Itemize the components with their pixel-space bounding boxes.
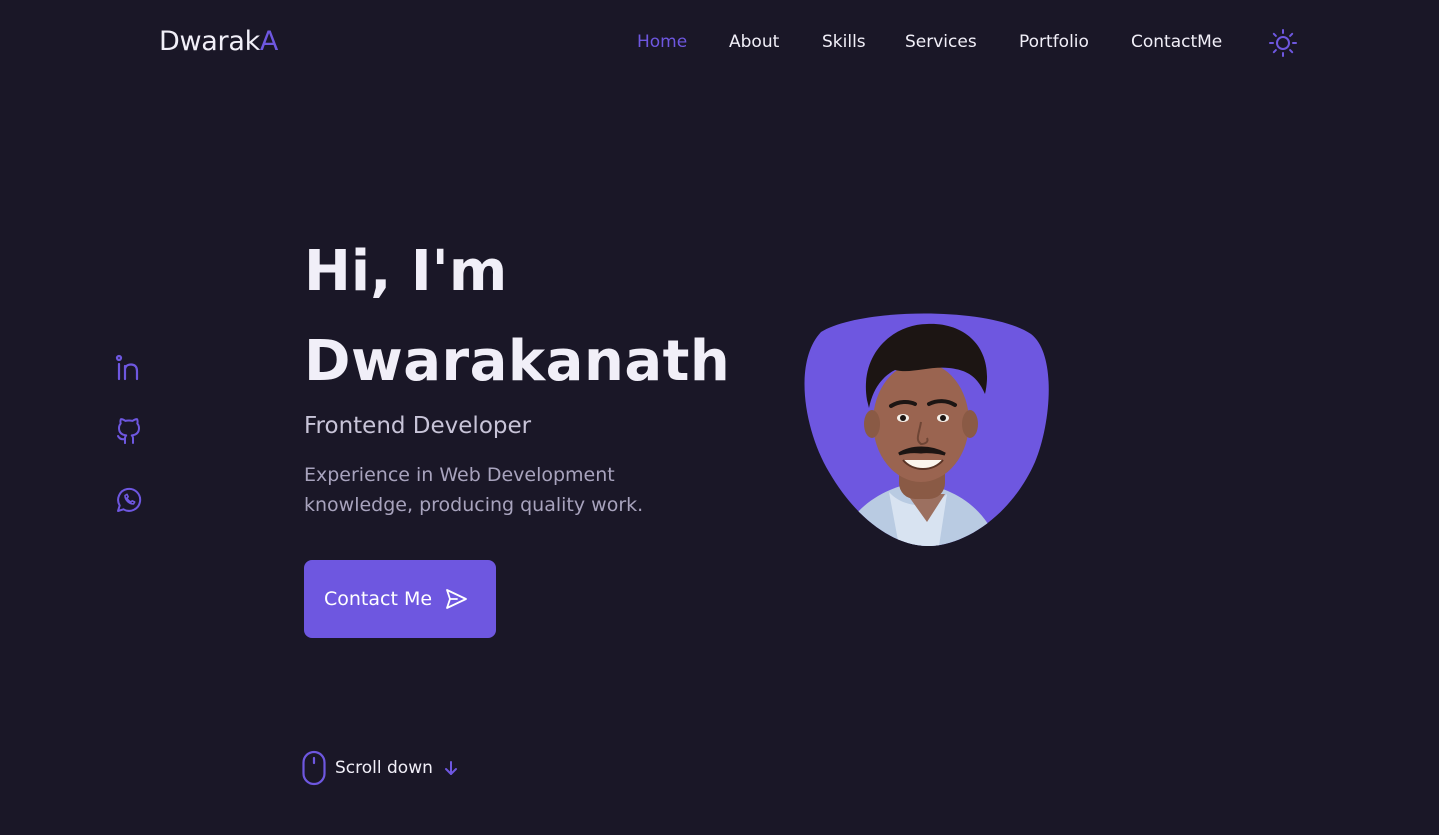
theme-toggle-button[interactable]: [1268, 28, 1298, 58]
profile-avatar: [799, 312, 1049, 547]
arrow-down-icon: [444, 761, 457, 775]
whatsapp-icon: [117, 487, 142, 512]
logo[interactable]: DwarakA: [159, 26, 278, 58]
whatsapp-link[interactable]: [113, 484, 145, 516]
hero-greeting: Hi, I'm: [304, 239, 508, 304]
nav-item-home[interactable]: Home: [637, 30, 687, 54]
nav-item-services[interactable]: Services: [905, 30, 977, 54]
sun-icon: [1269, 29, 1297, 57]
github-link[interactable]: [113, 416, 145, 448]
send-icon: [446, 589, 467, 609]
github-icon: [117, 418, 140, 444]
hero-role: Frontend Developer: [304, 413, 532, 439]
nav-item-skills[interactable]: Skills: [822, 30, 866, 54]
mouse-icon: [302, 750, 326, 786]
nav-item-portfolio[interactable]: Portfolio: [1019, 30, 1089, 54]
nav-item-about[interactable]: About: [729, 30, 779, 54]
site-header: DwarakA Home About Skills Services Portf…: [0, 0, 1439, 84]
scroll-down-label: Scroll down: [335, 758, 433, 778]
contact-me-button[interactable]: Contact Me: [304, 560, 496, 638]
nav-item-contactme[interactable]: ContactMe: [1131, 30, 1222, 54]
scroll-down-link[interactable]: Scroll down: [301, 750, 459, 786]
logo-main-text: Dwarak: [159, 26, 260, 57]
contact-me-label: Contact Me: [324, 588, 433, 610]
hero-description: Experience in Web Development knowledge,…: [304, 464, 644, 516]
logo-accent-text: A: [259, 26, 279, 57]
hero-name: Dwarakanath: [304, 329, 731, 394]
linkedin-icon: [115, 354, 139, 381]
linkedin-link[interactable]: [113, 352, 145, 384]
